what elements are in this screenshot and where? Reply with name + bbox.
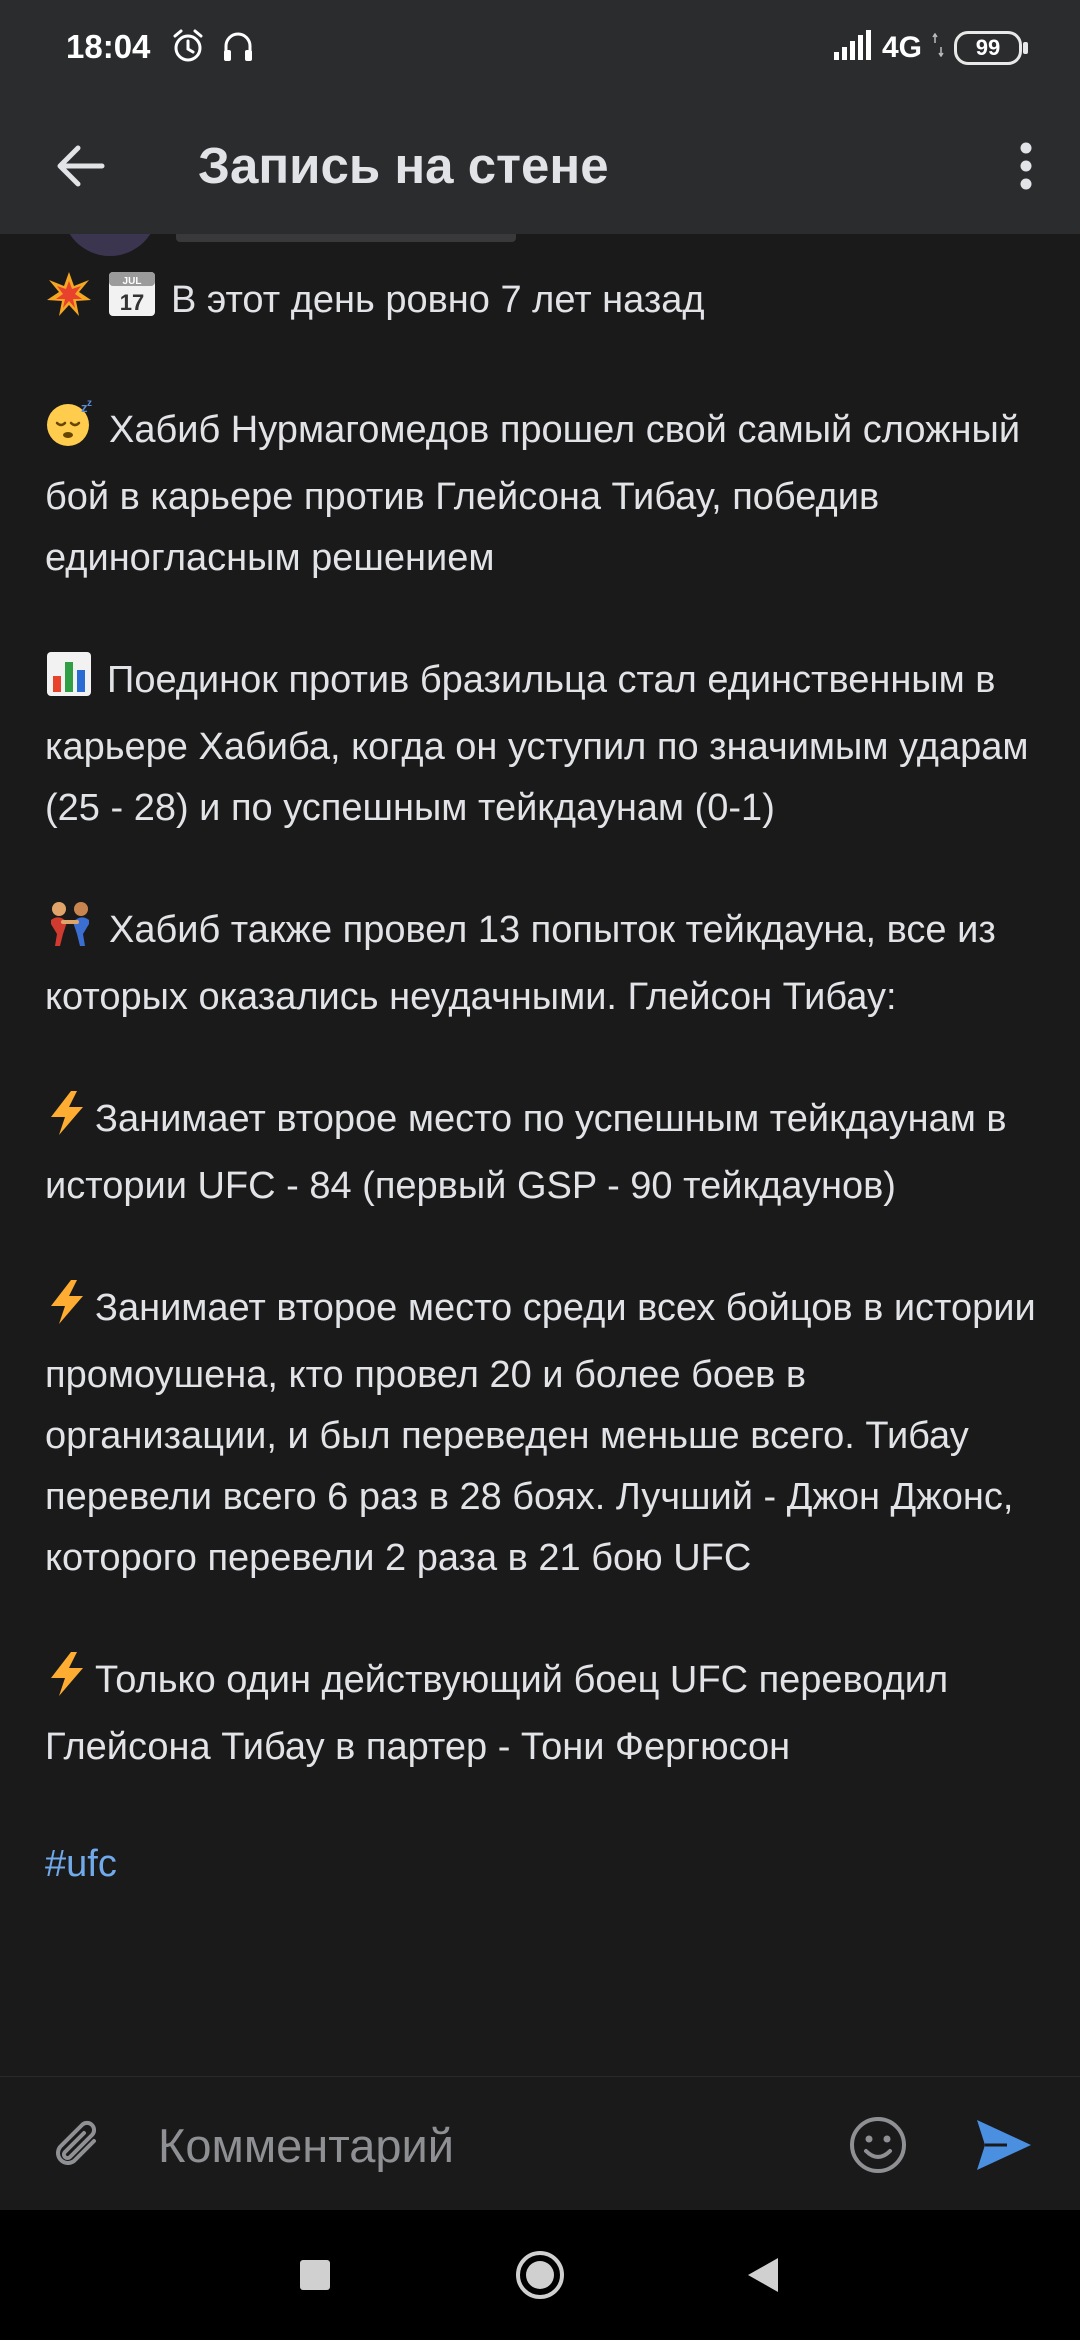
more-options-button[interactable]: [990, 130, 1062, 202]
square-icon: [300, 2260, 330, 2290]
post-paragraph: Поединок против бразильца стал единствен…: [45, 650, 1045, 839]
data-arrows-icon: [932, 32, 944, 62]
more-vertical-icon: [1020, 142, 1032, 190]
paragraph-text: В этот день ровно 7 лет назад: [171, 279, 705, 321]
post-paragraph: zz Хабиб Нурмагомедов прошел свой самый …: [45, 398, 1045, 589]
paragraph-text: Занимает второе место по успешным тейкда…: [45, 1098, 1007, 1207]
hashtag-link[interactable]: #ufc: [45, 1834, 1045, 1895]
paragraph-text: Хабиб также провел 13 попыток тейкдауна,…: [45, 909, 996, 1018]
recents-button[interactable]: [280, 2240, 350, 2310]
author-avatar[interactable]: [62, 234, 162, 256]
back-button[interactable]: [44, 130, 116, 202]
signal-icon: [833, 30, 872, 65]
lightning-icon: [45, 1650, 89, 1717]
comment-input[interactable]: [158, 2107, 798, 2183]
smiley-icon: [850, 2117, 906, 2173]
post-paragraph: JUL 17 В этот день ровно 7 лет назад: [45, 268, 1045, 337]
page-title: Запись на стене: [198, 137, 609, 194]
battery-indicator: 99: [954, 30, 1028, 65]
sleeping-face-icon: zz: [45, 398, 95, 467]
post-paragraph: Хабиб также провел 13 попыток тейкдауна,…: [45, 900, 1045, 1028]
alarm-icon: [170, 28, 206, 69]
paragraph-text: Только один действующий боец UFC перевод…: [45, 1659, 949, 1768]
post-paragraph: Только один действующий боец UFC перевод…: [45, 1650, 1045, 1778]
arrow-left-icon: [57, 145, 105, 187]
headphones-icon: [220, 28, 256, 69]
lightning-icon: [45, 1278, 89, 1345]
attach-button[interactable]: [40, 2107, 116, 2183]
wrestlers-icon: [45, 900, 95, 967]
bar-chart-icon: [45, 650, 93, 717]
lightning-icon: [45, 1089, 89, 1156]
author-info: [176, 234, 516, 242]
send-button[interactable]: [966, 2107, 1042, 2183]
paragraph-text: Поединок против бразильца стал единствен…: [45, 659, 1029, 829]
calendar-icon: JUL 17: [107, 268, 157, 337]
paragraph-text: Хабиб Нурмагомедов прошел свой самый сло…: [45, 409, 1021, 579]
emoji-button[interactable]: [840, 2107, 916, 2183]
paperclip-icon: [56, 2120, 97, 2165]
svg-text:z: z: [87, 398, 92, 409]
back-nav-button[interactable]: [728, 2240, 798, 2310]
app-header: Запись на стене: [0, 100, 1080, 234]
top-bar: 18:04 4G 99 Запись на стене: [0, 0, 1080, 234]
status-bar: 18:04 4G 99: [0, 0, 1080, 100]
network-type: 4G: [881, 30, 922, 64]
collision-icon: [45, 270, 93, 337]
status-time: 18:04: [66, 28, 151, 65]
calendar-day: 17: [120, 290, 144, 315]
post-paragraph: Занимает второе место среди всех бойцов …: [45, 1278, 1045, 1589]
system-navigation-bar: [0, 2210, 1080, 2340]
triangle-back-icon: [748, 2258, 778, 2292]
paragraph-text: Занимает второе место среди всех бойцов …: [45, 1287, 1036, 1579]
calendar-month: JUL: [123, 276, 142, 287]
circle-icon: [516, 2251, 564, 2299]
post-content: JUL 17 В этот день ровно 7 лет назад zz Х…: [45, 268, 1045, 1895]
send-icon: [977, 2120, 1031, 2170]
comment-bar: [0, 2076, 1080, 2211]
home-button[interactable]: [505, 2240, 575, 2310]
post-paragraph: Занимает второе место по успешным тейкда…: [45, 1089, 1045, 1217]
